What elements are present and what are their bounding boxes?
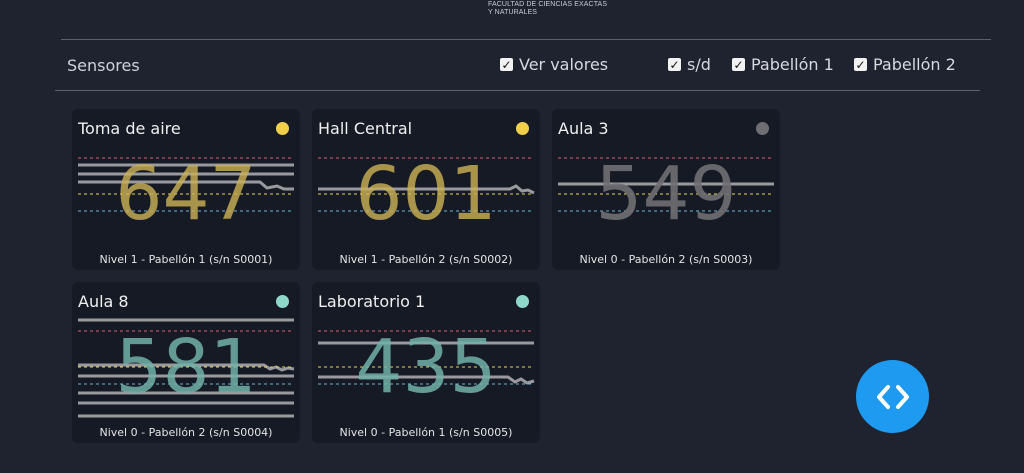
sensor-value: 647 [115,151,256,237]
sensor-value: 435 [355,324,496,410]
sensor-name: Toma de aire [78,119,181,138]
faculty-brand: FACULTAD DE CIENCIAS EXACTAS Y NATURALES [488,1,607,17]
toolbar-title: Sensores [67,56,140,75]
status-dot [276,295,289,308]
sensor-value: 549 [595,151,736,237]
sensor-location: Nivel 1 - Pabellón 2 (s/n S0002) [339,253,513,266]
sensor-location: Nivel 1 - Pabellón 1 (s/n S0001) [99,253,273,266]
sensor-card-laboratorio-1[interactable]: 435 Laboratorio 1 Nivel 0 - Pabellón 1 (… [312,282,540,443]
sensor-location: Nivel 0 - Pabellón 1 (s/n S0005) [339,426,513,439]
sensor-name: Aula 8 [78,292,129,311]
checkbox-pabellon-2-label: Pabellón 2 [873,55,956,74]
checkbox-pabellon-1-box[interactable]: ✓ [732,58,745,71]
status-dot [756,122,769,135]
sensor-name: Laboratorio 1 [318,292,426,311]
sensor-card-hall-central[interactable]: 601 Hall Central Nivel 1 - Pabellón 2 (s… [312,109,540,270]
checkbox-ver-valores-box[interactable]: ✓ [500,58,513,71]
sensor-value: 581 [115,324,256,410]
sensors-toolbar: Sensores ✓ Ver valores ✓ s/d ✓ Pabellón … [55,40,980,90]
status-dot [516,295,529,308]
checkbox-sd-label: s/d [687,55,711,74]
code-icon [876,384,909,409]
code-toggle-button[interactable] [856,360,929,433]
checkbox-pabellon-1-label: Pabellón 1 [751,55,834,74]
checkbox-pabellon-2[interactable]: ✓ Pabellón 2 [854,55,956,74]
checkbox-ver-valores-label: Ver valores [519,55,609,74]
checkbox-pabellon-2-box[interactable]: ✓ [854,58,867,71]
sensor-card-toma-de-aire[interactable]: 647 Toma de aire Nivel 1 - Pabellón 1 (s… [72,109,300,270]
sensor-location: Nivel 0 - Pabellón 2 (s/n S0003) [579,253,753,266]
checkbox-ver-valores[interactable]: ✓ Ver valores [500,55,608,74]
checkbox-sd[interactable]: ✓ s/d [668,55,711,74]
status-dot [516,122,529,135]
sensor-name: Hall Central [318,119,413,138]
status-dot [276,122,289,135]
sensor-card-aula-3[interactable]: 549 Aula 3 Nivel 0 - Pabellón 2 (s/n S00… [552,109,780,270]
toolbar-divider [55,90,980,91]
sensor-value: 601 [355,151,496,237]
brand-line-1: FACULTAD DE CIENCIAS EXACTAS [488,1,608,8]
sensor-card-aula-8[interactable]: 581 Aula 8 Nivel 0 - Pabellón 2 (s/n S00… [72,282,300,443]
sensor-name: Aula 3 [558,119,609,138]
checkbox-pabellon-1[interactable]: ✓ Pabellón 1 [732,55,834,74]
sensor-location: Nivel 0 - Pabellón 2 (s/n S0004) [99,426,273,439]
checkbox-sd-box[interactable]: ✓ [668,58,681,71]
brand-line-2: Y NATURALES [488,9,538,16]
